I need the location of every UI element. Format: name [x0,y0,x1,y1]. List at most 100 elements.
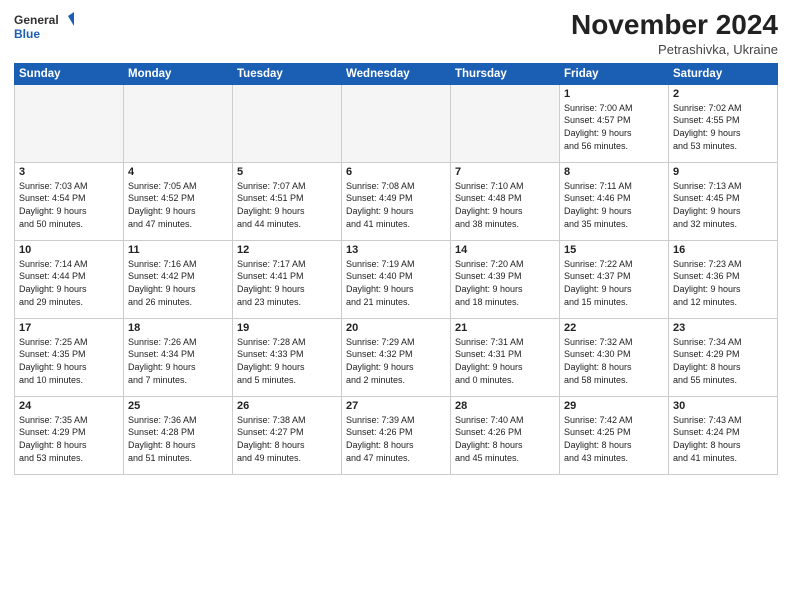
day-number: 29 [564,400,664,412]
table-cell [15,84,124,162]
col-saturday: Saturday [669,63,778,84]
day-info: Sunrise: 7:05 AM Sunset: 4:52 PM Dayligh… [128,180,228,230]
day-number: 20 [346,322,446,334]
table-cell: 17 Sunrise: 7:25 AM Sunset: 4:35 PM Dayli… [15,318,124,396]
day-number: 9 [673,166,773,178]
day-info: Sunrise: 7:26 AM Sunset: 4:34 PM Dayligh… [128,336,228,386]
day-info: Sunrise: 7:32 AM Sunset: 4:30 PM Dayligh… [564,336,664,386]
day-number: 15 [564,244,664,256]
day-info: Sunrise: 7:34 AM Sunset: 4:29 PM Dayligh… [673,336,773,386]
table-cell: 21Sunrise: 7:31 AM Sunset: 4:31 PM Dayli… [451,318,560,396]
day-number: 14 [455,244,555,256]
table-cell: 22 Sunrise: 7:32 AM Sunset: 4:30 PM Dayli… [560,318,669,396]
table-cell [342,84,451,162]
table-cell: 15 Sunrise: 7:22 AM Sunset: 4:37 PM Dayli… [560,240,669,318]
day-info: Sunrise: 7:40 AM Sunset: 4:26 PM Dayligh… [455,414,555,464]
day-info: Sunrise: 7:43 AM Sunset: 4:24 PM Dayligh… [673,414,773,464]
day-info: Sunrise: 7:13 AM Sunset: 4:45 PM Dayligh… [673,180,773,230]
day-info: Sunrise: 7:00 AM Sunset: 4:57 PM Dayligh… [564,102,664,152]
table-cell: 12 Sunrise: 7:17 AM Sunset: 4:41 PM Dayli… [233,240,342,318]
calendar-header-row: Sunday Monday Tuesday Wednesday Thursday… [15,63,778,84]
day-number: 27 [346,400,446,412]
day-info: Sunrise: 7:11 AM Sunset: 4:46 PM Dayligh… [564,180,664,230]
week-row-1: 1Sunrise: 7:00 AM Sunset: 4:57 PM Daylig… [15,84,778,162]
table-cell: 23 Sunrise: 7:34 AM Sunset: 4:29 PM Dayli… [669,318,778,396]
week-row-4: 17 Sunrise: 7:25 AM Sunset: 4:35 PM Dayli… [15,318,778,396]
day-number: 19 [237,322,337,334]
day-number: 6 [346,166,446,178]
day-info: Sunrise: 7:42 AM Sunset: 4:25 PM Dayligh… [564,414,664,464]
day-number: 30 [673,400,773,412]
table-cell: 2Sunrise: 7:02 AM Sunset: 4:55 PM Daylig… [669,84,778,162]
logo: General Blue [14,10,74,46]
table-cell: 13Sunrise: 7:19 AM Sunset: 4:40 PM Dayli… [342,240,451,318]
table-cell: 9 Sunrise: 7:13 AM Sunset: 4:45 PM Daylig… [669,162,778,240]
day-number: 4 [128,166,228,178]
day-number: 8 [564,166,664,178]
day-number: 7 [455,166,555,178]
col-monday: Monday [124,63,233,84]
day-number: 12 [237,244,337,256]
day-number: 10 [19,244,119,256]
table-cell: 28 Sunrise: 7:40 AM Sunset: 4:26 PM Dayli… [451,396,560,474]
day-info: Sunrise: 7:22 AM Sunset: 4:37 PM Dayligh… [564,258,664,308]
table-cell: 27 Sunrise: 7:39 AM Sunset: 4:26 PM Dayli… [342,396,451,474]
header: General Blue November 2024 Petrashivka, … [14,10,778,57]
week-row-5: 24Sunrise: 7:35 AM Sunset: 4:29 PM Dayli… [15,396,778,474]
calendar-table: Sunday Monday Tuesday Wednesday Thursday… [14,63,778,475]
table-cell: 26Sunrise: 7:38 AM Sunset: 4:27 PM Dayli… [233,396,342,474]
table-cell: 24Sunrise: 7:35 AM Sunset: 4:29 PM Dayli… [15,396,124,474]
day-number: 16 [673,244,773,256]
day-number: 3 [19,166,119,178]
table-cell: 4 Sunrise: 7:05 AM Sunset: 4:52 PM Daylig… [124,162,233,240]
col-friday: Friday [560,63,669,84]
col-wednesday: Wednesday [342,63,451,84]
table-cell: 25 Sunrise: 7:36 AM Sunset: 4:28 PM Dayli… [124,396,233,474]
table-cell: 6 Sunrise: 7:08 AM Sunset: 4:49 PM Daylig… [342,162,451,240]
day-info: Sunrise: 7:25 AM Sunset: 4:35 PM Dayligh… [19,336,119,386]
table-cell: 30 Sunrise: 7:43 AM Sunset: 4:24 PM Dayli… [669,396,778,474]
day-info: Sunrise: 7:39 AM Sunset: 4:26 PM Dayligh… [346,414,446,464]
month-title: November 2024 [571,10,778,41]
table-cell: 19Sunrise: 7:28 AM Sunset: 4:33 PM Dayli… [233,318,342,396]
day-number: 11 [128,244,228,256]
svg-text:General: General [14,13,59,27]
day-number: 24 [19,400,119,412]
table-cell: 18Sunrise: 7:26 AM Sunset: 4:34 PM Dayli… [124,318,233,396]
table-cell [233,84,342,162]
day-info: Sunrise: 7:38 AM Sunset: 4:27 PM Dayligh… [237,414,337,464]
table-cell: 16Sunrise: 7:23 AM Sunset: 4:36 PM Dayli… [669,240,778,318]
day-info: Sunrise: 7:36 AM Sunset: 4:28 PM Dayligh… [128,414,228,464]
table-cell: 10Sunrise: 7:14 AM Sunset: 4:44 PM Dayli… [15,240,124,318]
location: Petrashivka, Ukraine [571,42,778,57]
day-number: 23 [673,322,773,334]
table-cell: 1Sunrise: 7:00 AM Sunset: 4:57 PM Daylig… [560,84,669,162]
table-cell: 29 Sunrise: 7:42 AM Sunset: 4:25 PM Dayli… [560,396,669,474]
day-number: 13 [346,244,446,256]
day-info: Sunrise: 7:08 AM Sunset: 4:49 PM Dayligh… [346,180,446,230]
day-number: 28 [455,400,555,412]
table-cell: 14Sunrise: 7:20 AM Sunset: 4:39 PM Dayli… [451,240,560,318]
col-thursday: Thursday [451,63,560,84]
day-number: 25 [128,400,228,412]
day-number: 2 [673,88,773,100]
day-info: Sunrise: 7:07 AM Sunset: 4:51 PM Dayligh… [237,180,337,230]
day-number: 22 [564,322,664,334]
table-cell: 5 Sunrise: 7:07 AM Sunset: 4:51 PM Daylig… [233,162,342,240]
day-number: 5 [237,166,337,178]
table-cell: 11 Sunrise: 7:16 AM Sunset: 4:42 PM Dayli… [124,240,233,318]
col-sunday: Sunday [15,63,124,84]
day-info: Sunrise: 7:10 AM Sunset: 4:48 PM Dayligh… [455,180,555,230]
table-cell: 7 Sunrise: 7:10 AM Sunset: 4:48 PM Daylig… [451,162,560,240]
day-info: Sunrise: 7:29 AM Sunset: 4:32 PM Dayligh… [346,336,446,386]
table-cell [124,84,233,162]
table-cell: 8 Sunrise: 7:11 AM Sunset: 4:46 PM Daylig… [560,162,669,240]
svg-text:Blue: Blue [14,27,40,41]
day-info: Sunrise: 7:17 AM Sunset: 4:41 PM Dayligh… [237,258,337,308]
day-number: 17 [19,322,119,334]
logo-svg: General Blue [14,10,74,46]
day-info: Sunrise: 7:16 AM Sunset: 4:42 PM Dayligh… [128,258,228,308]
day-number: 21 [455,322,555,334]
title-block: November 2024 Petrashivka, Ukraine [571,10,778,57]
week-row-3: 10Sunrise: 7:14 AM Sunset: 4:44 PM Dayli… [15,240,778,318]
